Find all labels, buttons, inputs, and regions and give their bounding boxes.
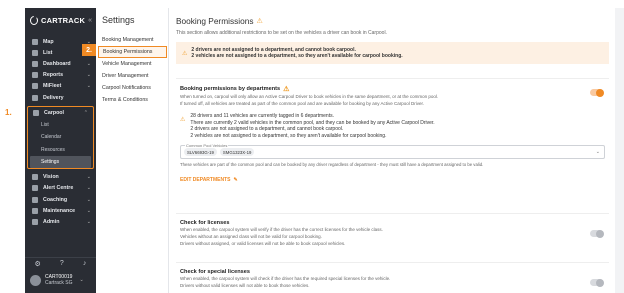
list-icon — [32, 49, 38, 56]
licenses-toggle[interactable] — [590, 229, 604, 238]
settings-item-carpool-notifications[interactable]: Carpool Notifications — [96, 82, 168, 94]
dashboard-icon — [32, 60, 38, 67]
carpool-sub-resources[interactable]: Resources — [28, 143, 93, 156]
map-icon — [32, 38, 38, 45]
sidebar-item-mifleet[interactable]: MiFleet ⌄ — [25, 81, 96, 92]
sidebar-item-carpool[interactable]: Carpool ⌃ — [28, 107, 93, 118]
common-pool-select[interactable]: Common Pool Vehicles SLV6693G-19 SMG1323… — [180, 143, 605, 159]
alert-icon — [32, 185, 38, 192]
chevron-down-icon: ⌄ — [86, 185, 91, 192]
special-licenses-desc-2: Drivers without valid licenses will not … — [180, 283, 310, 288]
special-licenses-title: Check for special licenses — [180, 269, 250, 275]
help-icon[interactable]: ? — [60, 260, 64, 268]
stats-line: 2 vehicles are not assigned to a departm… — [190, 132, 387, 139]
admin-icon — [32, 219, 38, 226]
sidebar-item-vision[interactable]: Vision ⌄ — [25, 171, 96, 182]
sidebar-footer: ⚙ ? ♪ CART00019 Cartrack SG ⌄ — [25, 257, 96, 293]
sidebar-item-admin[interactable]: Admin ⌄ — [25, 217, 96, 228]
special-licenses-card: Check for special licenses When enabled,… — [176, 262, 609, 289]
booking-permissions-panel: Booking Permissions ⚠ This section allow… — [170, 8, 615, 293]
settings-item-vehicle-management[interactable]: Vehicle Management — [96, 58, 168, 70]
logo-text: CARTRACK — [40, 15, 86, 25]
settings-item-booking-management[interactable]: Booking Management — [96, 34, 168, 46]
special-licenses-toggle[interactable] — [590, 278, 604, 287]
licenses-desc-2: Vehicles without an assigned class will … — [180, 234, 322, 239]
departments-stats: ⚠ 28 drivers and 11 vehicles are current… — [180, 113, 605, 139]
sidebar-item-coaching[interactable]: Coaching ⌄ — [25, 194, 96, 205]
collapse-sidebar-icon[interactable]: « — [88, 17, 92, 24]
alert-line-drivers: 2 drivers are not assigned to a departme… — [191, 46, 356, 53]
departments-desc-2: If turned off, all vehicles are treated … — [180, 101, 425, 106]
cartrack-logo[interactable]: CARTRACK « — [25, 11, 96, 29]
carpool-sub-list[interactable]: List — [28, 118, 93, 131]
departments-card: Booking permissions by departments ⚠ Whe… — [176, 78, 609, 183]
chevron-down-icon: ⌄ — [79, 277, 84, 283]
warning-icon: ⚠ — [283, 86, 290, 93]
carpool-icon — [33, 109, 39, 116]
edit-departments-button[interactable]: EDIT DEPARTMENTS ✎ — [180, 177, 605, 183]
settings-gear-icon[interactable]: ⚙ — [35, 260, 41, 268]
page-title: Booking Permissions — [176, 16, 254, 26]
licenses-desc-1: When enabled, the carpool system will ve… — [180, 227, 383, 232]
chevron-down-icon: ⌄ — [86, 72, 91, 79]
chevron-down-icon: ⌄ — [86, 83, 91, 90]
common-pool-label: Common Pool Vehicles — [185, 143, 229, 148]
chevron-up-icon: ⌃ — [83, 109, 88, 116]
sidebar-item-dashboard[interactable]: Dashboard ⌄ — [25, 58, 96, 69]
page-description: This section allows additional restricti… — [176, 30, 387, 36]
step-1-label: 1. — [5, 108, 12, 117]
licenses-desc-3: Drivers without assigned, or valid licen… — [180, 241, 346, 246]
licenses-card: Check for licenses When enabled, the car… — [176, 213, 609, 247]
warning-banner: ⚠ 2 drivers are not assigned to a depart… — [176, 42, 609, 64]
reports-icon — [32, 72, 38, 79]
chevron-down-icon: ⌄ — [86, 207, 91, 214]
settings-item-booking-permissions[interactable]: Booking Permissions — [98, 46, 167, 58]
carpool-menu-group: Carpool ⌃ List Calendar Resources Setting… — [27, 106, 94, 170]
warning-icon: ⚠ — [182, 50, 188, 57]
warning-icon: ⚠ — [256, 18, 263, 25]
departments-desc-1: When turned on, carpool will only allow … — [180, 94, 439, 99]
departments-title: Booking permissions by departments — [180, 86, 281, 92]
settings-title: Settings — [102, 15, 135, 25]
alert-line-vehicles: 2 vehicles are not assigned to a departm… — [191, 53, 403, 59]
vision-icon — [32, 173, 38, 180]
chevron-down-icon: ⌄ — [86, 219, 91, 226]
warning-icon: ⚠ — [180, 117, 186, 123]
vehicle-chip[interactable]: SLV6693G-19 — [184, 148, 217, 156]
settings-item-driver-management[interactable]: Driver Management — [96, 70, 168, 82]
sidebar-item-delivery[interactable]: Delivery — [25, 92, 96, 103]
carpool-sub-settings[interactable]: Settings — [30, 155, 91, 169]
chevron-down-icon[interactable]: ⌄ — [596, 149, 600, 155]
delivery-icon — [32, 94, 38, 101]
settings-menu: Settings Booking Management Booking Perm… — [96, 8, 169, 293]
sidebar-item-maintenance[interactable]: Maintenance ⌄ — [25, 205, 96, 216]
maintenance-icon — [32, 207, 38, 214]
vehicle-chip[interactable]: SMG1323X-19 — [219, 148, 255, 156]
settings-item-terms-conditions[interactable]: Terms & Conditions — [96, 94, 168, 106]
licenses-title: Check for licenses — [180, 220, 230, 226]
sidebar-item-alert-centre[interactable]: Alert Centre ⌄ — [25, 183, 96, 194]
sidebar-item-reports[interactable]: Reports ⌄ — [25, 70, 96, 81]
user-company: Cartrack SG — [45, 280, 73, 286]
scrollbar-track[interactable] — [615, 8, 624, 293]
chevron-down-icon: ⌄ — [86, 60, 91, 67]
step-2-label: 2. — [82, 44, 96, 56]
pencil-icon: ✎ — [233, 177, 238, 183]
special-licenses-desc-1: When enabled, the carpool system will ch… — [180, 276, 391, 281]
mifleet-icon — [32, 83, 38, 90]
user-profile[interactable]: CART00019 Cartrack SG ⌄ — [25, 274, 96, 286]
chevron-down-icon: ⌄ — [86, 173, 91, 180]
carpool-sub-calendar[interactable]: Calendar — [28, 131, 93, 144]
common-pool-note: These vehicles are part of the common po… — [180, 162, 484, 167]
chevron-down-icon: ⌄ — [86, 196, 91, 203]
departments-toggle[interactable] — [590, 88, 604, 97]
notification-bell-icon[interactable]: ♪ — [83, 260, 87, 268]
logo-icon — [30, 15, 38, 25]
coaching-icon — [32, 196, 38, 203]
avatar — [30, 274, 41, 286]
